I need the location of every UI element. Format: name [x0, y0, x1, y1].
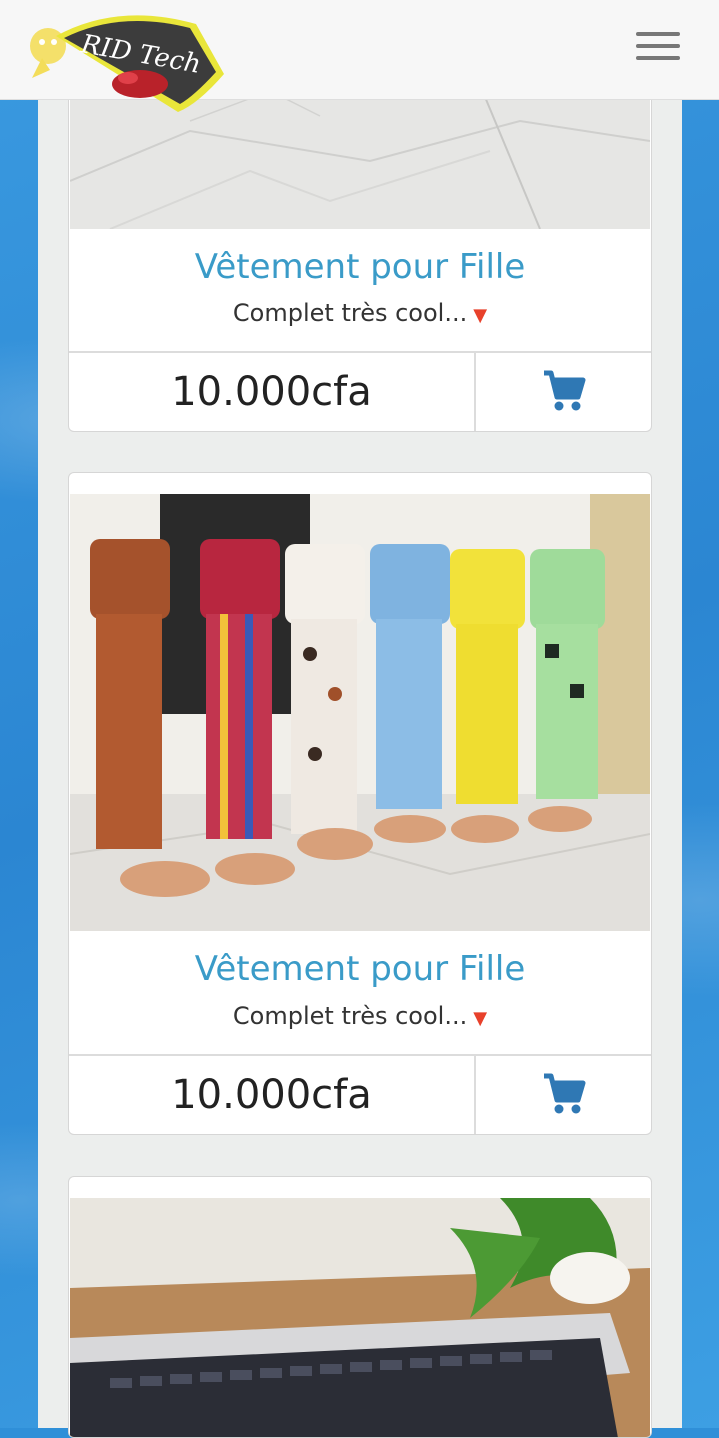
product-footer: 10.000cfa: [69, 1054, 651, 1134]
shopping-cart-icon: [544, 1073, 586, 1114]
top-navbar: RID Tech: [0, 0, 719, 112]
hamburger-menu-icon[interactable]: [632, 28, 684, 64]
product-price: 10.000cfa: [171, 1072, 372, 1118]
product-price: 10.000cfa: [171, 369, 372, 415]
product-title[interactable]: Vêtement pour Fille: [69, 949, 651, 989]
add-to-cart-button[interactable]: [474, 353, 651, 431]
red-triangle-down-icon: ▼: [473, 305, 488, 326]
product-card: [68, 1176, 652, 1438]
shopping-cart-icon: [544, 370, 586, 411]
site-logo[interactable]: RID Tech: [28, 8, 228, 118]
product-title[interactable]: Vêtement pour Fille: [69, 247, 651, 287]
red-triangle-down-icon: ▼: [473, 1008, 488, 1029]
description-text: Complet très cool...: [232, 1002, 468, 1030]
product-image[interactable]: [70, 1198, 650, 1437]
add-to-cart-button[interactable]: [474, 1056, 651, 1134]
logo-graphic: RID Tech: [30, 15, 224, 112]
product-footer: 10.000cfa: [69, 351, 651, 431]
product-description: Complet très cool... ▼: [69, 299, 651, 327]
product-description: Complet très cool... ▼: [69, 1002, 651, 1030]
product-image[interactable]: [70, 494, 650, 931]
product-card: Vêtement pour Fille Complet très cool...…: [68, 472, 652, 1135]
description-text: Complet très cool...: [232, 299, 468, 327]
